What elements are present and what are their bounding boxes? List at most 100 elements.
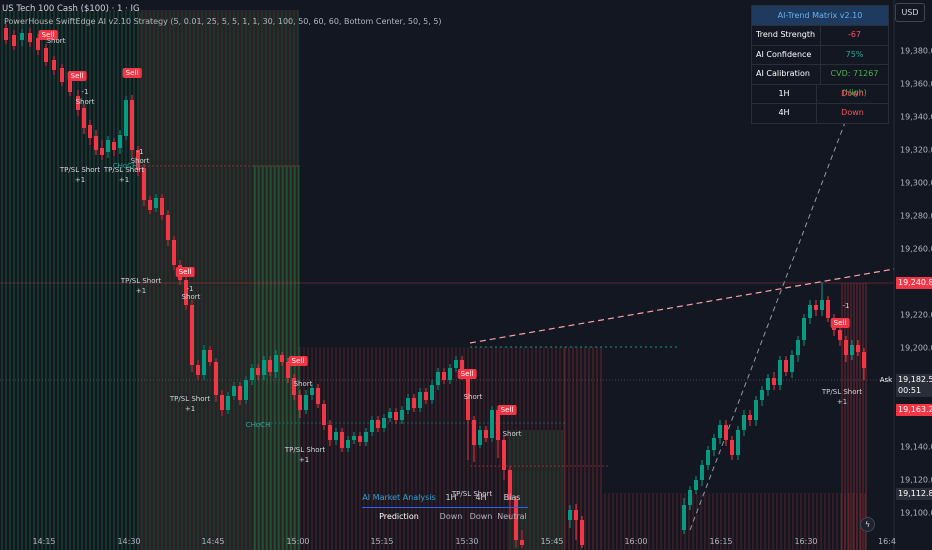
candle-body xyxy=(322,404,326,425)
candle-body xyxy=(148,200,152,210)
time-tick: 14:30 xyxy=(117,537,141,546)
price-axis[interactable]: 19,380.0 19,360.0 19,340.0 19,320.0 19,300.0… xyxy=(895,0,932,550)
candle-body xyxy=(796,340,800,355)
candle-body xyxy=(694,480,698,490)
candle-body xyxy=(688,490,692,505)
time-tick: 14:15 xyxy=(32,537,56,546)
count-signal-label: +1 xyxy=(135,287,147,295)
candle-body xyxy=(814,305,818,310)
candle-body xyxy=(580,520,584,545)
price-tick: 19,300.0 xyxy=(900,178,932,188)
short-signal-label: Short xyxy=(502,430,522,438)
candle-body xyxy=(202,350,206,375)
price-tick: 19,360.0 xyxy=(900,79,932,89)
candle-body xyxy=(256,368,260,375)
minus-signal-label: -1 xyxy=(81,88,89,96)
analysis-row-label: Prediction xyxy=(379,512,419,521)
candle-body xyxy=(208,350,212,362)
price-tick: 19,280.0 xyxy=(900,211,932,221)
candle-body xyxy=(68,80,72,92)
candle-body xyxy=(742,415,746,430)
time-tick: 15:30 xyxy=(455,537,479,546)
candle-body xyxy=(304,395,308,410)
symbol-title[interactable]: US Tech 100 Cash ($100) · 1 · IG xyxy=(2,4,140,14)
candle-body xyxy=(394,412,398,420)
candle-body xyxy=(856,345,860,352)
candle-body xyxy=(808,305,812,318)
sell-signal-label: Sell xyxy=(288,356,308,366)
candle-body xyxy=(490,410,494,438)
price-tick: 19,380.0 xyxy=(900,46,932,56)
candle-body xyxy=(472,420,476,445)
candle-body xyxy=(706,450,710,465)
matrix-row: AI Confidence 75% xyxy=(752,45,888,65)
time-tick: 14:45 xyxy=(201,537,225,546)
matrix-value: 75% xyxy=(845,49,864,59)
matrix-label: 1H xyxy=(752,84,817,103)
candle-body xyxy=(244,380,248,400)
currency-button[interactable]: USD xyxy=(895,3,925,22)
candle-body xyxy=(520,540,524,545)
count-signal-label: +1 xyxy=(836,398,848,406)
minus-signal-label: -1 xyxy=(136,148,144,156)
candle-body xyxy=(190,305,194,365)
candle-body xyxy=(376,420,380,428)
time-tick: 16:00 xyxy=(624,537,648,546)
candle-body xyxy=(154,198,158,208)
matrix-label: 4H xyxy=(752,104,817,123)
time-tick: 16:4 xyxy=(878,537,896,546)
short-signal-label: Short xyxy=(46,37,66,45)
candle-body xyxy=(220,395,224,410)
tp-signal-label: TP/SL Short xyxy=(169,395,211,403)
candle-body xyxy=(232,386,236,396)
candle-body xyxy=(160,198,164,215)
candle-body xyxy=(238,386,242,400)
matrix-value: CVD: 71267 (High) xyxy=(830,69,879,97)
candle-body xyxy=(772,378,776,385)
candle-body xyxy=(784,360,788,372)
tp-signal-label: TP/SL Short xyxy=(451,490,493,498)
candle-body xyxy=(748,415,752,420)
price-label: 19,163.2 xyxy=(896,404,932,416)
candle-body xyxy=(60,68,64,82)
matrix-label: Trend Strength xyxy=(752,26,821,45)
lightning-icon[interactable]: ϟ xyxy=(860,517,875,532)
count-signal-label: +1 xyxy=(184,405,196,413)
price-tick: 19,340.0 xyxy=(900,112,932,122)
candle-body xyxy=(862,352,866,368)
matrix-row: 1H Down xyxy=(752,84,888,104)
price-tick: 19,220.0 xyxy=(900,310,932,320)
candle-body xyxy=(328,425,332,440)
sell-signal-label: Sell xyxy=(122,68,142,78)
candle-body xyxy=(316,388,320,404)
time-tick: 16:30 xyxy=(794,537,818,546)
matrix-row: AI Calibration CVD: 71267 (High) xyxy=(752,65,888,97)
analysis-value: Down xyxy=(439,512,463,521)
indicator-legend[interactable]: PowerHouse SwiftEdge AI v2.10 Strategy (… xyxy=(4,17,442,26)
tp-signal-label: TP/SL Short xyxy=(120,277,162,285)
candle-body xyxy=(382,418,386,428)
candle-body xyxy=(448,368,452,380)
candle-body xyxy=(106,140,110,152)
count-signal-label: +1 xyxy=(298,456,310,464)
candle-body xyxy=(280,355,284,362)
candle-body xyxy=(712,438,716,450)
candle-body xyxy=(334,432,338,440)
price-label: 19,112.8 xyxy=(896,488,932,500)
candle-body xyxy=(574,510,578,520)
candle-body xyxy=(130,100,134,150)
candle-body xyxy=(724,425,728,440)
count-signal-label: +1 xyxy=(74,176,86,184)
candle-body xyxy=(826,300,830,318)
candle-body xyxy=(682,505,686,530)
short-signal-label: Short xyxy=(463,393,483,401)
tp-signal-label: TP/SL Short xyxy=(284,446,326,454)
candle-body xyxy=(346,440,350,448)
candle-body xyxy=(700,465,704,480)
candle-body xyxy=(250,368,254,380)
candle-body xyxy=(790,355,794,372)
sell-signal-label: Sell xyxy=(457,369,477,379)
sell-signal-label: Sell xyxy=(175,267,195,277)
candle-body xyxy=(736,430,740,455)
candle-body xyxy=(430,385,434,400)
